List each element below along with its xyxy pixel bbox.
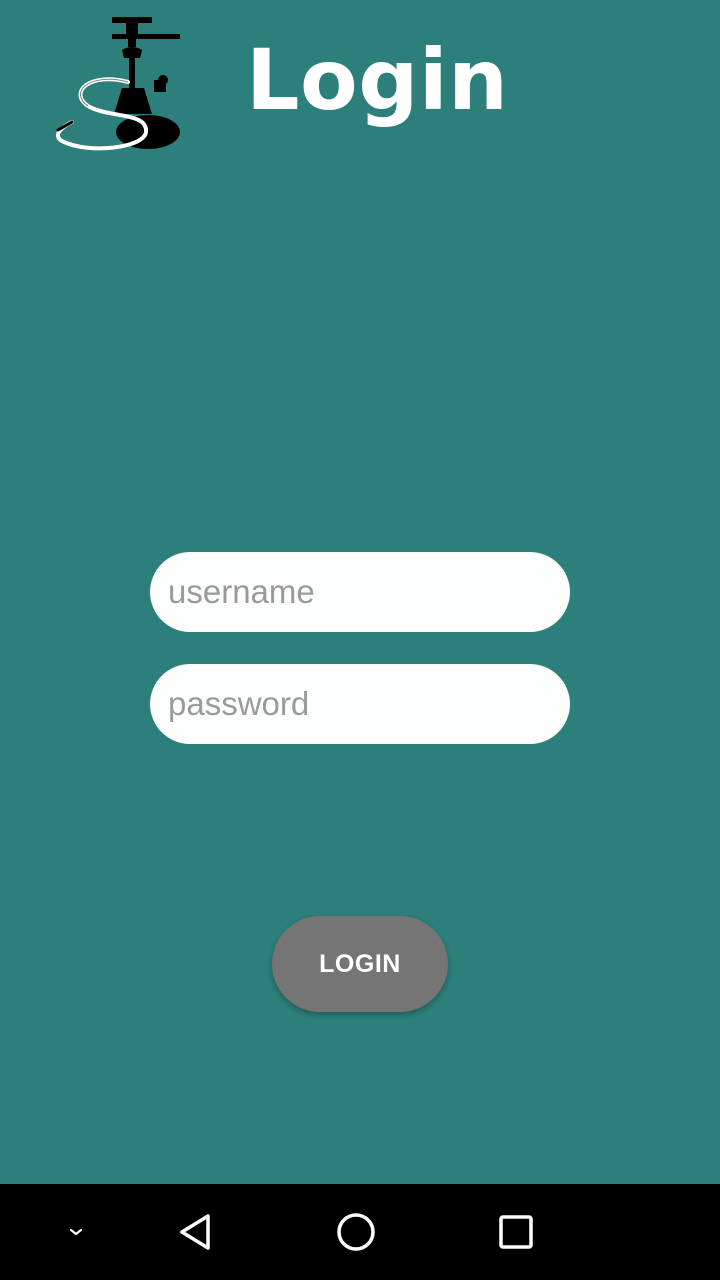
recents-button[interactable] <box>468 1184 564 1280</box>
hookah-logo-icon <box>55 17 180 151</box>
chevron-down-icon <box>69 1228 83 1236</box>
hide-keyboard-button[interactable] <box>28 1184 124 1280</box>
password-input[interactable] <box>150 664 570 744</box>
username-input[interactable] <box>150 552 570 632</box>
system-navigation-bar <box>0 1184 720 1280</box>
login-screen: Login LOGIN <box>0 0 720 1184</box>
recents-square-icon <box>499 1215 533 1249</box>
back-button[interactable] <box>148 1184 244 1280</box>
back-triangle-icon <box>180 1214 210 1250</box>
page-title: Login <box>246 31 509 129</box>
home-button[interactable] <box>308 1184 404 1280</box>
login-button[interactable]: LOGIN <box>272 916 448 1012</box>
home-circle-icon <box>337 1213 375 1251</box>
screen: Login LOGIN <box>0 0 720 1280</box>
